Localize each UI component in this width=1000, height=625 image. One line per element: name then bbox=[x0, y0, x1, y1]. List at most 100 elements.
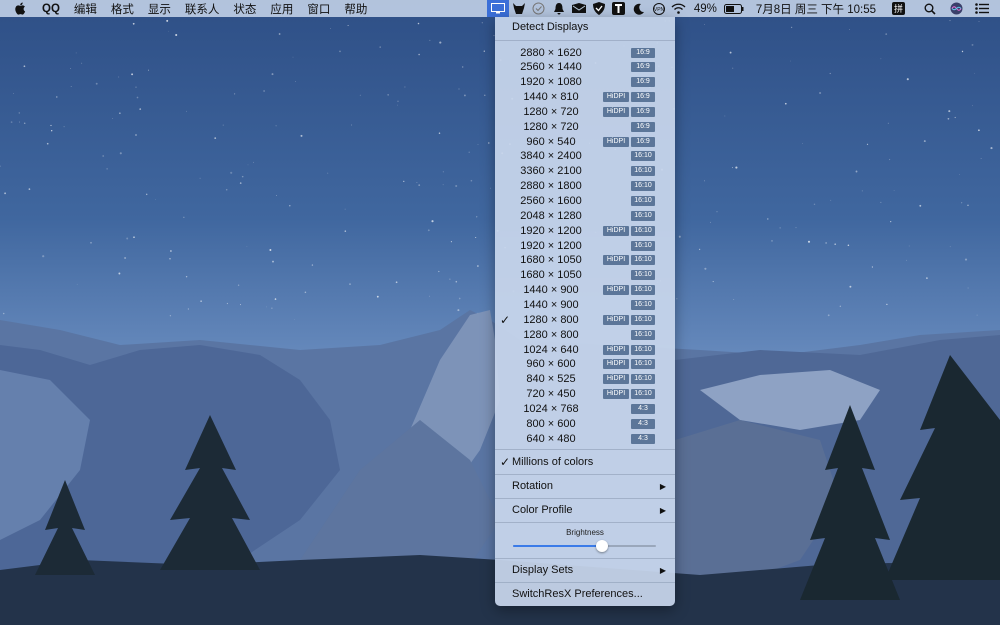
shield-icon[interactable] bbox=[591, 2, 607, 16]
bell-icon[interactable] bbox=[551, 2, 567, 16]
resolution-item[interactable]: 1920 × 1080 16:9 bbox=[495, 75, 675, 90]
resolution-label: 1920 × 1200 bbox=[520, 239, 582, 252]
aspect-ratio-badge: 16:10 bbox=[631, 181, 655, 192]
resolution-item[interactable]: 1920 × 1200 16:10 bbox=[495, 238, 675, 253]
display-sets-item[interactable]: Display Sets ▶ bbox=[495, 560, 675, 580]
preferences-item[interactable]: SwitchResX Preferences... bbox=[495, 584, 675, 604]
detect-displays-label: Detect Displays bbox=[512, 21, 589, 33]
status-area: VPN 49% 7月8日 周三 下午 10:55 拼 bbox=[486, 0, 1000, 17]
check-circle-icon[interactable] bbox=[531, 2, 547, 16]
svg-text:拼: 拼 bbox=[893, 3, 902, 15]
resolution-item[interactable]: 1024 × 768 4:3 bbox=[495, 401, 675, 416]
hidpi-badge: HiDPI bbox=[603, 359, 629, 370]
aspect-ratio-badge: 16:10 bbox=[631, 374, 655, 385]
detect-displays-item[interactable]: Detect Displays bbox=[495, 17, 675, 37]
resolution-item[interactable]: 2048 × 1280 16:10 bbox=[495, 208, 675, 223]
resolution-label: 1280 × 720 bbox=[523, 120, 579, 133]
resolution-item[interactable]: 2560 × 1440 16:9 bbox=[495, 60, 675, 75]
resolution-item[interactable]: 1440 × 810 HiDPI 16:9 bbox=[495, 90, 675, 105]
input-method-icon[interactable]: 拼 bbox=[890, 2, 906, 16]
resolution-item[interactable]: 960 × 540 HiDPI 16:9 bbox=[495, 134, 675, 149]
apple-icon[interactable] bbox=[14, 2, 28, 16]
resolution-item[interactable]: ✓ 1280 × 800 HiDPI 16:10 bbox=[495, 312, 675, 327]
aspect-ratio-badge: 16:10 bbox=[631, 329, 655, 340]
resolution-item[interactable]: 840 × 525 HiDPI 16:10 bbox=[495, 372, 675, 387]
resolution-item[interactable]: 3360 × 2100 16:10 bbox=[495, 164, 675, 179]
resolution-item[interactable]: 1280 × 800 16:10 bbox=[495, 327, 675, 342]
menu-contacts[interactable]: 联系人 bbox=[185, 1, 220, 17]
resolution-item[interactable]: 960 × 600 HiDPI 16:10 bbox=[495, 357, 675, 372]
menu-view[interactable]: 显示 bbox=[148, 1, 171, 17]
resolution-label: 2048 × 1280 bbox=[520, 209, 582, 222]
menu-help[interactable]: 帮助 bbox=[344, 1, 367, 17]
resolution-item[interactable]: 720 × 450 HiDPI 16:10 bbox=[495, 387, 675, 402]
color-profile-item[interactable]: Color Profile ▶ bbox=[495, 500, 675, 520]
resolution-item[interactable]: 1680 × 1050 HiDPI 16:10 bbox=[495, 253, 675, 268]
switchresx-menu: Detect Displays 2880 × 1620 16:9 2560 × 14… bbox=[495, 17, 675, 606]
menu-edit[interactable]: 编辑 bbox=[74, 1, 97, 17]
resolution-label: 840 × 525 bbox=[526, 373, 576, 386]
aspect-ratio-badge: 16:9 bbox=[631, 121, 655, 132]
brightness-slider-knob[interactable] bbox=[595, 540, 608, 552]
aspect-ratio-badge: 16:10 bbox=[631, 166, 655, 177]
aspect-ratio-badge: 16:9 bbox=[631, 62, 655, 73]
submenu-arrow-icon: ▶ bbox=[659, 505, 666, 515]
horned-icon[interactable] bbox=[511, 2, 527, 16]
menu-status[interactable]: 状态 bbox=[233, 1, 256, 17]
text-t-icon[interactable] bbox=[611, 2, 627, 16]
aspect-ratio-badge: 16:10 bbox=[631, 344, 655, 355]
resolution-label: 640 × 480 bbox=[526, 432, 576, 445]
resolution-item[interactable]: 2560 × 1600 16:10 bbox=[495, 194, 675, 209]
vpn-icon[interactable]: VPN bbox=[651, 2, 667, 16]
resolution-item[interactable]: 1440 × 900 HiDPI 16:10 bbox=[495, 283, 675, 298]
resolution-item[interactable]: 640 × 480 4:3 bbox=[495, 431, 675, 446]
hidpi-badge: HiDPI bbox=[603, 389, 629, 400]
checkmark-icon: ✓ bbox=[500, 312, 511, 327]
resolution-item[interactable]: 1440 × 900 16:10 bbox=[495, 297, 675, 312]
battery-percent[interactable]: 49% bbox=[694, 3, 717, 15]
menu-app-name[interactable]: QQ bbox=[42, 3, 60, 15]
brightness-slider[interactable] bbox=[513, 540, 656, 552]
moon-icon[interactable] bbox=[631, 2, 647, 16]
submenu-arrow-icon: ▶ bbox=[659, 565, 666, 575]
color-profile-label: Color Profile bbox=[512, 504, 573, 516]
wifi-icon[interactable] bbox=[671, 2, 687, 16]
display-icon[interactable] bbox=[486, 0, 509, 17]
rotation-item[interactable]: Rotation ▶ bbox=[495, 476, 675, 496]
millions-of-colors-label: Millions of colors bbox=[512, 456, 594, 468]
list-icon[interactable] bbox=[974, 2, 990, 16]
resolution-item[interactable]: 3840 × 2400 16:10 bbox=[495, 149, 675, 164]
resolution-item[interactable]: 1680 × 1050 16:10 bbox=[495, 268, 675, 283]
separator bbox=[495, 582, 675, 583]
millions-of-colors-item[interactable]: ✓ Millions of colors bbox=[495, 452, 675, 472]
resolution-item[interactable]: 2880 × 1800 16:10 bbox=[495, 179, 675, 194]
resolution-item[interactable]: 1280 × 720 HiDPI 16:9 bbox=[495, 104, 675, 119]
separator bbox=[495, 558, 675, 559]
resolution-label: 3840 × 2400 bbox=[520, 150, 582, 163]
resolution-label: 1920 × 1080 bbox=[520, 76, 582, 89]
resolution-label: 3360 × 2100 bbox=[520, 165, 582, 178]
resolution-item[interactable]: 2880 × 1620 16:9 bbox=[495, 45, 675, 60]
menu-window[interactable]: 窗口 bbox=[307, 1, 330, 17]
aspect-ratio-badge: 16:10 bbox=[631, 196, 655, 206]
menu-apps[interactable]: 应用 bbox=[270, 1, 293, 17]
siri-icon[interactable] bbox=[948, 2, 964, 16]
menu-format[interactable]: 格式 bbox=[111, 1, 134, 17]
resolution-label: 800 × 600 bbox=[526, 417, 576, 430]
hidpi-badge: HiDPI bbox=[603, 92, 629, 103]
hidpi-badge: HiDPI bbox=[603, 285, 629, 296]
aspect-ratio-badge: 16:10 bbox=[631, 389, 655, 400]
resolution-item[interactable]: 800 × 600 4:3 bbox=[495, 416, 675, 431]
brightness-label: Brightness bbox=[566, 528, 604, 537]
battery-icon[interactable] bbox=[723, 2, 744, 16]
resolution-item[interactable]: 1920 × 1200 HiDPI 16:10 bbox=[495, 223, 675, 238]
resolution-label: 1680 × 1050 bbox=[520, 254, 582, 267]
resolution-item[interactable]: 1024 × 640 HiDPI 16:10 bbox=[495, 342, 675, 357]
aspect-ratio-badge: 16:10 bbox=[631, 299, 655, 310]
search-icon[interactable] bbox=[922, 2, 938, 16]
aspect-ratio-badge: 16:9 bbox=[631, 77, 655, 88]
mail-icon[interactable] bbox=[571, 2, 587, 16]
resolution-item[interactable]: 1280 × 720 16:9 bbox=[495, 119, 675, 134]
hidpi-badge: HiDPI bbox=[603, 255, 629, 266]
clock[interactable]: 7月8日 周三 下午 10:55 bbox=[756, 1, 876, 17]
